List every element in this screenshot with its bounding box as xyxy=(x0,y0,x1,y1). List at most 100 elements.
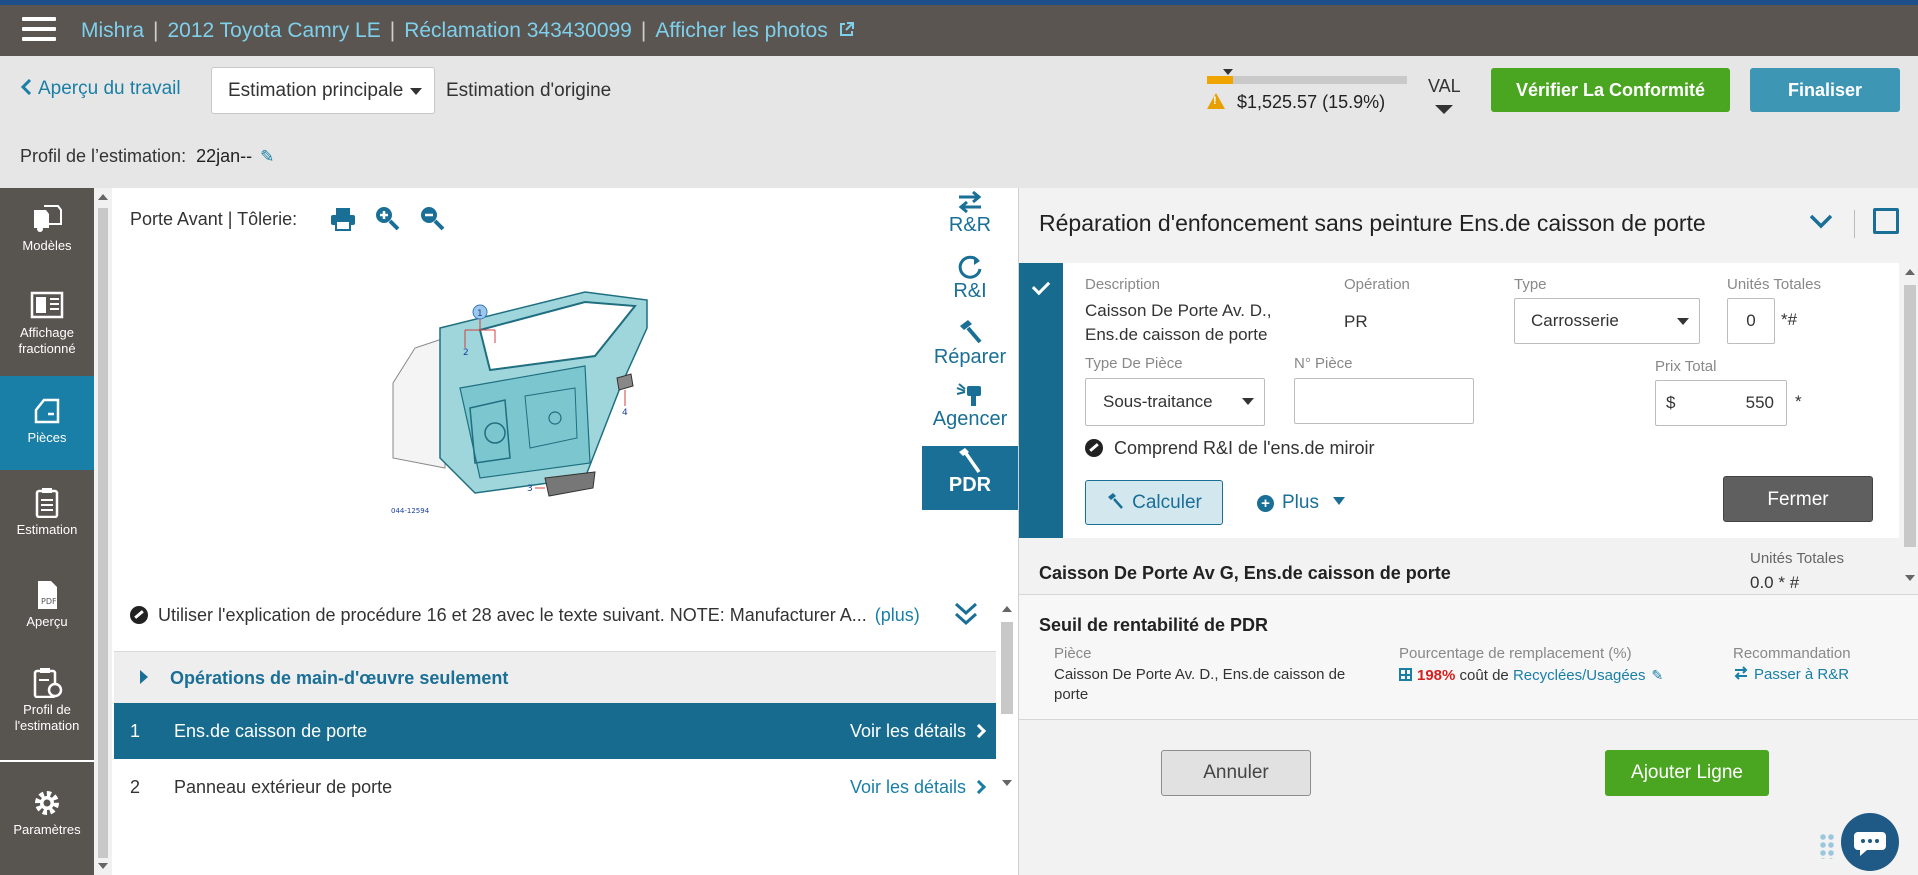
breadcrumb-vehicle[interactable]: 2012 Toyota Camry LE xyxy=(167,19,380,42)
estimate-select[interactable]: Estimation principale xyxy=(211,67,435,114)
profile-value: 22jan-- xyxy=(196,146,253,166)
op-ri-button[interactable]: R&I xyxy=(922,254,1018,318)
labor-only-section[interactable]: Opérations de main-d'œuvre seulement xyxy=(114,651,996,703)
breadcrumb-claim[interactable]: Réclamation 343430099 xyxy=(404,19,632,42)
row-part-name: Panneau extérieur de porte xyxy=(174,777,393,797)
print-icon[interactable] xyxy=(330,207,356,231)
recycled-used-link[interactable]: Recyclées/Usagées xyxy=(1513,667,1646,684)
edit-pencil-icon[interactable]: ✎ xyxy=(260,147,274,167)
total-units-input[interactable]: 0 xyxy=(1727,298,1775,344)
tool-badge-icon xyxy=(1085,439,1103,457)
switch-to-rr-link[interactable]: Passer à R&R xyxy=(1733,665,1849,685)
caret-down-icon xyxy=(1332,497,1345,505)
zoom-in-icon[interactable] xyxy=(374,205,400,231)
line-detail-panel: Réparation d'enfoncement sans peinture E… xyxy=(1018,188,1918,875)
row-number: 1 xyxy=(130,721,141,741)
back-to-overview-link[interactable]: Aperçu du travail xyxy=(20,78,181,100)
view-photos-link[interactable]: Afficher les photos xyxy=(655,19,854,42)
price-suffix: * xyxy=(1795,392,1802,411)
nav-item-estimate-profile[interactable]: Profil de l'estimation xyxy=(0,668,94,768)
nav-item-split-view[interactable]: Affichage fractionné xyxy=(0,291,94,381)
op-rr-button[interactable]: R&R xyxy=(922,190,1018,254)
part-type-select[interactable]: Sous-traitance xyxy=(1085,378,1265,426)
cancel-button[interactable]: Annuler xyxy=(1161,750,1311,796)
type-select[interactable]: Carrosserie xyxy=(1514,298,1700,344)
external-link-icon xyxy=(839,22,854,36)
callout-3: 3 xyxy=(527,484,533,494)
chat-button[interactable] xyxy=(1841,813,1899,871)
total-price-input[interactable]: $550 xyxy=(1655,380,1787,426)
replace-icon xyxy=(1734,666,1748,680)
view-details-link[interactable]: Voir les détails xyxy=(850,703,987,759)
breadcrumb: Mishra | 2012 Toyota Camry LE | Réclamation … xyxy=(81,19,854,43)
chevron-down-icon[interactable] xyxy=(1807,210,1835,234)
hammer-icon xyxy=(960,320,982,344)
description-value: Caisson De Porte Av. D., Ens.de caisson … xyxy=(1085,301,1272,344)
verify-compliance-button[interactable]: Vérifier La Conformité xyxy=(1491,68,1730,112)
calculate-button[interactable]: Calculer xyxy=(1085,480,1223,525)
close-button[interactable]: Fermer xyxy=(1723,476,1873,522)
callout-2: 2 xyxy=(463,348,469,358)
breadcrumb-owner[interactable]: Mishra xyxy=(81,19,144,42)
hamburger-menu-icon[interactable] xyxy=(22,17,56,45)
panel-scrollbar[interactable] xyxy=(1901,263,1918,583)
nav-item-models[interactable]: Modèles xyxy=(0,204,94,280)
original-estimate-tab[interactable]: Estimation d'origine xyxy=(446,80,611,102)
table-row[interactable]: 1 Ens.de caisson de porte Voir les détai… xyxy=(114,703,996,759)
nav-item-estimate[interactable]: Estimation xyxy=(0,488,94,568)
nav-divider xyxy=(0,760,94,762)
clipboard-icon xyxy=(35,488,59,518)
finalize-button[interactable]: Finaliser xyxy=(1750,68,1900,112)
pdr-threshold-box: Seuil de rentabilité de PDR Pièce Caisso… xyxy=(1019,594,1918,720)
currency-symbol: $ xyxy=(1666,393,1676,412)
pdr-pct-row: 198% coût de Recyclées/Usagées ✎ xyxy=(1399,665,1663,686)
replace-icon xyxy=(958,190,982,214)
drag-handle-icon[interactable] xyxy=(1819,833,1835,859)
edit-pencil-icon[interactable]: ✎ xyxy=(1652,665,1664,685)
op-blend-button[interactable]: Agencer xyxy=(922,382,1018,446)
chevron-down-icon xyxy=(410,88,422,95)
pdr-part-value: Caisson De Porte Av. D., Ens.de caisson … xyxy=(1054,666,1346,703)
second-line-units-value: 0.0 * # xyxy=(1750,573,1800,592)
row-part-name: Ens.de caisson de porte xyxy=(174,721,368,741)
nav-item-preview[interactable]: PDF Aperçu xyxy=(0,580,94,658)
diagram-title: Porte Avant | Tôlerie: xyxy=(130,209,298,229)
op-repair-button[interactable]: Réparer xyxy=(922,318,1018,382)
second-line-title[interactable]: Caisson De Porte Av G, Ens.de caisson de… xyxy=(1039,563,1451,584)
pdr-tool-icon xyxy=(959,448,981,474)
chevron-left-icon xyxy=(20,78,32,96)
val-dropdown[interactable]: VAL xyxy=(1428,76,1461,114)
chevron-right-icon xyxy=(971,723,987,739)
diagram-code: 044-12594 xyxy=(391,507,430,515)
split-view-icon xyxy=(30,291,64,319)
nav-item-parts[interactable]: Pièces xyxy=(0,376,94,470)
table-row[interactable]: 2 Panneau extérieur de porte Voir les dé… xyxy=(114,759,996,815)
chevron-down-icon xyxy=(1677,318,1689,325)
door-parts-diagram[interactable]: 1 2 3 4 044-12594 xyxy=(385,288,650,518)
callout-4: 4 xyxy=(622,408,628,418)
zoom-out-icon[interactable] xyxy=(419,205,445,231)
part-number-label: N° Pièce xyxy=(1294,355,1353,372)
expand-square-icon[interactable] xyxy=(1873,208,1899,234)
pdr-pct-label: Pourcentage de remplacement (%) xyxy=(1399,645,1632,662)
note-more-link[interactable]: (plus) xyxy=(875,605,920,625)
type-label: Type xyxy=(1514,276,1547,293)
view-details-link[interactable]: Voir les détails xyxy=(850,759,987,815)
nav-item-settings[interactable]: Paramètres xyxy=(0,788,94,868)
list-scrollbar[interactable] xyxy=(998,600,1016,790)
estimate-profile: Profil de l’estimation: 22jan-- ✎ xyxy=(20,146,274,167)
top-bar: Mishra | 2012 Toyota Camry LE | Réclamation … xyxy=(0,0,1918,56)
grid-icon xyxy=(1399,668,1412,681)
units-suffix: *# xyxy=(1781,310,1798,329)
op-pdr-button[interactable]: PDR xyxy=(922,446,1018,510)
double-chevron-down-icon[interactable] xyxy=(952,600,980,628)
part-number-input[interactable] xyxy=(1294,378,1474,424)
chat-bubble-icon xyxy=(1854,832,1886,856)
add-line-button[interactable]: Ajouter Ligne xyxy=(1605,750,1769,796)
more-options-link[interactable]: + Plus xyxy=(1257,492,1345,514)
left-scrollbar[interactable] xyxy=(94,188,112,875)
chevron-down-icon xyxy=(1242,398,1254,405)
estimate-progress xyxy=(1207,69,1407,84)
models-icon xyxy=(34,205,62,232)
total-units-label: Unités Totales xyxy=(1727,276,1821,293)
